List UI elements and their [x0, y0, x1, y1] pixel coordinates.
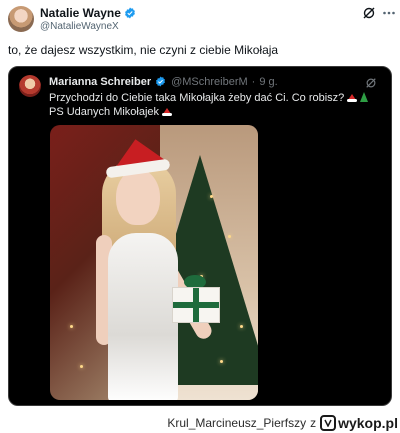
santa-hat-emoji-icon [162, 108, 173, 116]
wykop-site-name: wykop.pl [338, 414, 398, 431]
quoted-timestamp[interactable]: 9 g. [259, 76, 277, 88]
quoted-media-image[interactable] [50, 125, 258, 400]
christmas-tree-emoji-icon [360, 92, 369, 102]
header-separator: · [251, 76, 256, 88]
quoted-text-line-1: Przychodzi do Ciebie taka Mikołajka żeby… [49, 92, 345, 104]
author-name-row[interactable]: Natalie Wayne [40, 6, 136, 20]
quoted-tweet[interactable]: Marianna Schreiber @MSchreiberM · 9 g. P… [8, 66, 392, 406]
tree-light [220, 360, 223, 363]
tree-light [240, 325, 243, 328]
quoted-header: Marianna Schreiber @MSchreiberM · 9 g. [49, 76, 278, 88]
quoted-author-handle[interactable]: @MSchreiberM [171, 76, 248, 88]
wykop-logo-icon [320, 414, 337, 431]
verified-badge-icon [155, 76, 167, 88]
watermark-prefix: z [310, 415, 317, 430]
avatar[interactable] [8, 6, 34, 32]
wykop-logo: wykop.pl [320, 414, 398, 431]
santa-hat-emoji-icon [347, 94, 358, 102]
tweet-card: Natalie Wayne @NatalieWayneX to, że daje… [0, 0, 400, 412]
verified-badge-icon [124, 7, 136, 19]
more-options-icon[interactable] [382, 6, 396, 20]
gift-box [172, 287, 220, 323]
person-face [116, 169, 160, 225]
author-handle[interactable]: @NatalieWayneX [40, 21, 119, 32]
watermark-username: Krul_Marcineusz_Pierfszy [167, 415, 307, 430]
author-name[interactable]: Natalie Wayne [40, 6, 121, 20]
quoted-author-name[interactable]: Marianna Schreiber [49, 76, 151, 88]
tree-light [228, 235, 231, 238]
grok-icon[interactable] [362, 6, 376, 20]
tree-light [210, 195, 213, 198]
quoted-tweet-text: Przychodzi do Ciebie taka Mikołajka żeby… [49, 91, 369, 119]
tweet-text: to, że dajesz wszystkim, nie czyni z cie… [8, 43, 279, 57]
white-dress [108, 233, 178, 400]
quoted-text-line-2: PS Udanych Mikołajek [49, 106, 160, 118]
tree-light [80, 365, 83, 368]
grok-icon[interactable] [365, 76, 377, 88]
quoted-avatar[interactable] [19, 75, 41, 97]
tree-light [70, 325, 73, 328]
wykop-watermark: Krul_Marcineusz_Pierfszy z wykop.pl [167, 412, 398, 433]
